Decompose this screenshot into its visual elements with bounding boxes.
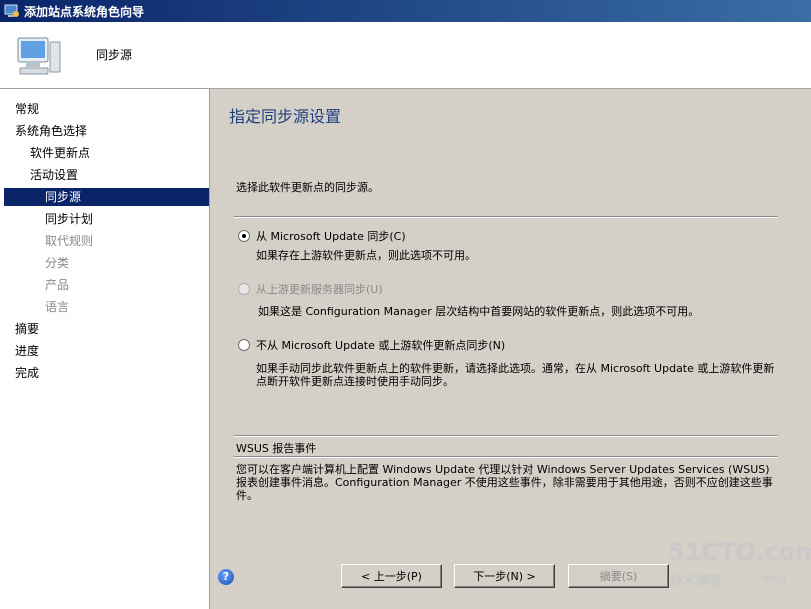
watermark: 51CTO.com 技术博客 Blog (668, 538, 811, 598)
radio-no-sync[interactable] (238, 339, 250, 351)
option-upstream-server-label: 从上游更新服务器同步(U) (256, 283, 383, 296)
nav-item-completion[interactable]: 完成 (0, 364, 224, 382)
wizard-app-icon (4, 4, 19, 17)
watermark-line2: 技术博客 (670, 574, 723, 589)
next-button[interactable]: 下一步(N) > (454, 564, 555, 588)
sync-source-prompt: 选择此软件更新点的同步源。 (236, 181, 379, 194)
separator (234, 435, 778, 437)
option-microsoft-update[interactable]: 从 Microsoft Update 同步(C) (238, 228, 406, 244)
option-no-sync-label: 不从 Microsoft Update 或上游软件更新点同步(N) (256, 339, 506, 352)
watermark-line1: 51CTO.com (668, 538, 811, 566)
wizard-content: 指定同步源设置 选择此软件更新点的同步源。 从 Microsoft Update… (210, 89, 811, 609)
page-title: 指定同步源设置 (229, 107, 342, 126)
watermark-line3: Blog (762, 571, 787, 584)
nav-item-role-selection[interactable]: 系统角色选择 (0, 122, 224, 140)
wsus-heading: WSUS 报告事件 (236, 442, 317, 455)
help-icon[interactable]: ? (218, 569, 234, 585)
window-title: 添加站点系统角色向导 (24, 5, 145, 19)
option-no-sync[interactable]: 不从 Microsoft Update 或上游软件更新点同步(N) (238, 337, 505, 353)
nav-item-summary[interactable]: 摘要 (0, 320, 224, 338)
option-microsoft-update-desc: 如果存在上游软件更新点，则此选项不可用。 (256, 249, 476, 262)
radio-microsoft-update[interactable] (238, 230, 250, 242)
summary-button: 摘要(S) (568, 564, 669, 588)
computer-icon (17, 37, 61, 75)
header-title: 同步源 (96, 48, 133, 62)
option-no-sync-desc: 如果手动同步此软件更新点上的软件更新，请选择此选项。通常，在从 Microsof… (256, 362, 775, 388)
back-button[interactable]: < 上一步(P) (341, 564, 442, 588)
nav-item-active-settings[interactable]: 活动设置 (0, 166, 239, 184)
radio-upstream-server (238, 283, 250, 295)
separator (234, 456, 778, 458)
nav-item-general[interactable]: 常规 (0, 100, 224, 118)
separator (234, 216, 778, 218)
option-upstream-server-desc: 如果这是 Configuration Manager 层次结构中首要网站的软件更… (258, 305, 700, 318)
wizard-header: 同步源 (0, 22, 811, 89)
wizard-nav: 常规 系统角色选择 软件更新点 活动设置 同步源 同步计划 取代规则 分类 产品… (0, 89, 210, 609)
nav-item-progress[interactable]: 进度 (0, 342, 224, 360)
wsus-description: 您可以在客户端计算机上配置 Windows Update 代理以针对 Windo… (236, 463, 773, 502)
option-microsoft-update-label: 从 Microsoft Update 同步(C) (256, 230, 406, 243)
title-bar: 添加站点系统角色向导 (0, 0, 811, 22)
option-upstream-server: 从上游更新服务器同步(U) (238, 281, 383, 297)
nav-item-software-update-point[interactable]: 软件更新点 (0, 144, 239, 162)
nav-item-sync-source[interactable]: 同步源 (4, 188, 209, 206)
